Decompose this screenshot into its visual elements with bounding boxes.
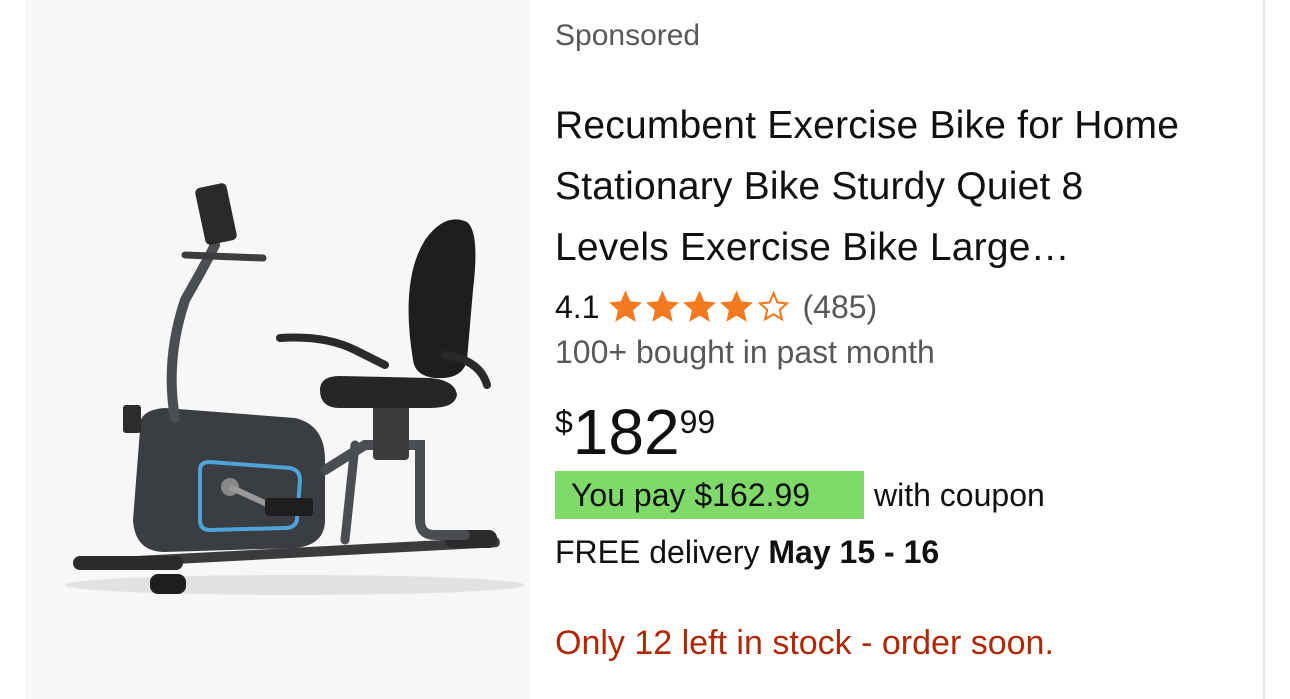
product-title-line[interactable]: Levels Exercise Bike Large… [555,217,1235,278]
card-divider [1263,0,1265,699]
star-rating[interactable] [607,289,792,325]
delivery-info: FREE delivery May 15 - 16 [555,534,939,571]
product-title-link[interactable]: Recumbent Exercise Bike for Home Station… [555,95,1235,278]
star-full-icon [609,290,643,322]
star-full-icon [646,290,680,322]
product-image[interactable] [25,0,530,699]
stock-status: Only 12 left in stock - order soon. [555,624,1054,662]
delivery-date: May 15 - 16 [768,534,940,570]
bought-in-past-month: 100+ bought in past month [555,334,935,370]
coupon-suffix: with coupon [874,476,1045,513]
price-fraction: 99 [679,404,716,440]
review-count-link[interactable]: (485) [802,289,877,326]
sponsored-label[interactable]: Sponsored [555,19,700,53]
product-card[interactable]: Sponsored Recumbent Exercise Bike for Ho… [0,0,1290,699]
coupon-badge: You pay $162.99 [555,471,864,519]
product-title-line[interactable]: Recumbent Exercise Bike for Home [555,95,1235,156]
rating-value: 4.1 [555,288,600,325]
price-whole: 182 [572,396,680,468]
coupon-row: You pay $162.99 with coupon [555,471,1045,519]
price: $18299 [555,396,715,468]
rating-row[interactable]: 4.1 (485) [555,285,877,329]
delivery-prefix: FREE delivery [555,534,769,570]
recumbent-bike-image [65,183,525,595]
price-symbol: $ [555,404,573,440]
star-full-icon [720,290,754,322]
star-full-icon [683,290,717,322]
star-empty-icon [758,290,790,322]
product-title-line[interactable]: Stationary Bike Sturdy Quiet 8 [555,156,1235,217]
